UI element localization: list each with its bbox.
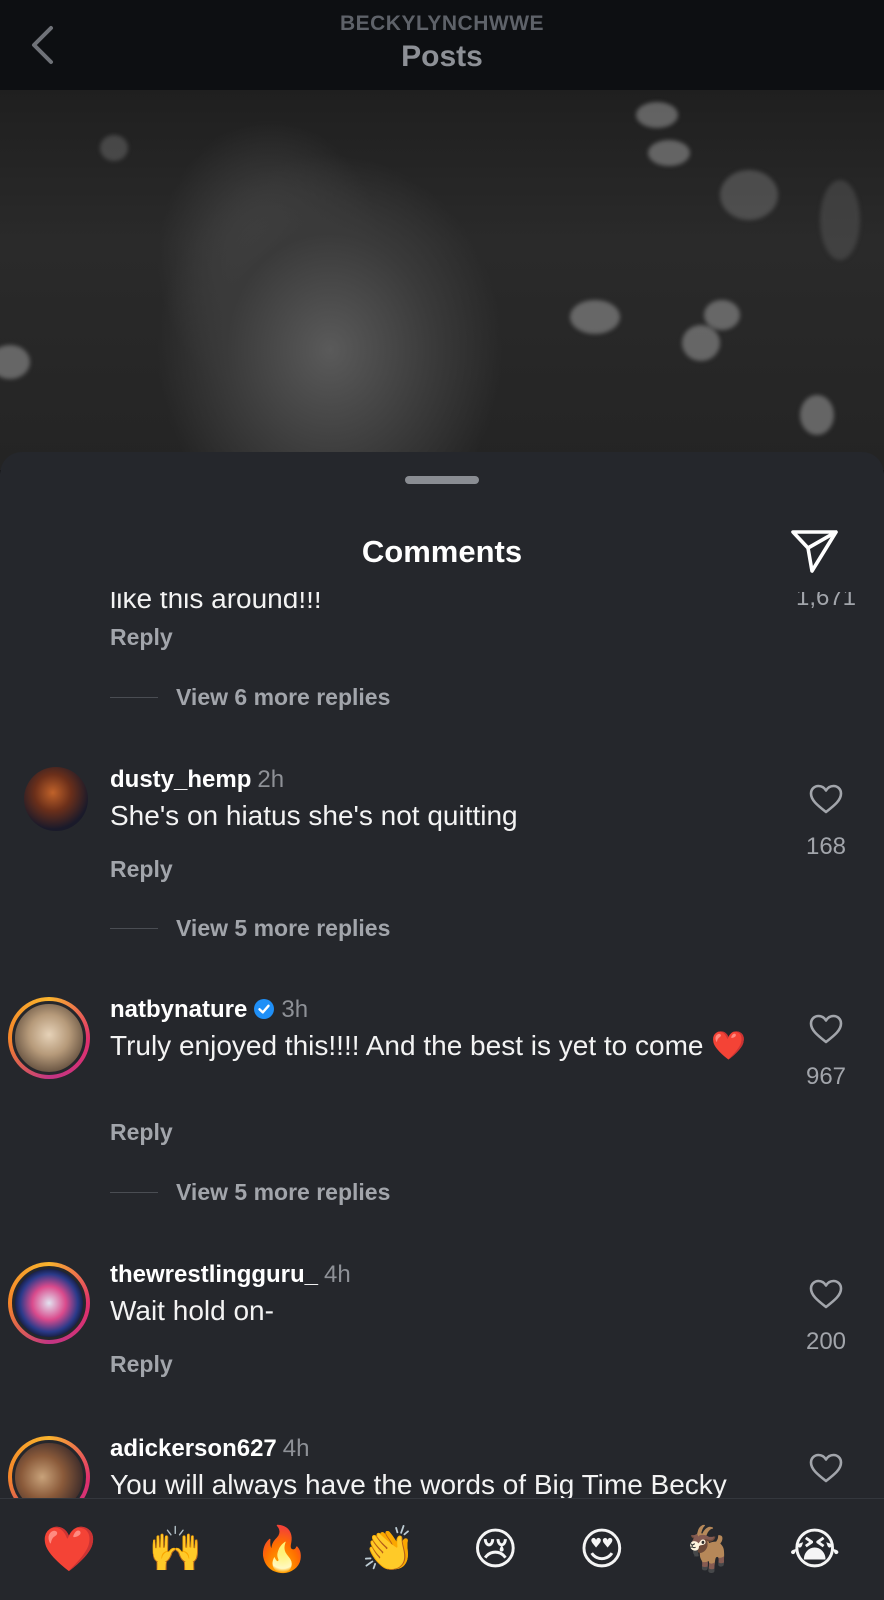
like-button[interactable]: [800, 1453, 852, 1493]
clapping-emoji-button[interactable]: 👏: [353, 1527, 425, 1572]
divider-line: [110, 928, 158, 929]
avatar[interactable]: [8, 1262, 90, 1344]
heart-emoji-button[interactable]: ❤️: [33, 1527, 105, 1572]
comment-meta: natbynature 3h: [110, 996, 308, 1024]
profile-username: BECKYLYNCHWWE: [339, 12, 545, 35]
verified-badge-icon: [254, 999, 275, 1019]
like-button[interactable]: [800, 1014, 852, 1054]
fire-emoji-button[interactable]: 🔥: [246, 1527, 318, 1572]
crying-emoji-button[interactable]: 😢: [459, 1527, 531, 1572]
avatar[interactable]: [24, 767, 88, 831]
comment-username[interactable]: adickerson627: [110, 1435, 277, 1462]
top-bar: BECKYLYNCHWWE Posts: [0, 0, 884, 90]
comment-time: 4h: [324, 1261, 351, 1288]
comment-meta: dusty_hemp 2h: [110, 766, 284, 794]
emoji-reaction-bar: ❤️ 🙌 🔥 👏 😢 😍 🐐 😭: [0, 1498, 884, 1600]
view-more-replies[interactable]: View 5 more replies: [110, 915, 390, 942]
view-more-replies[interactable]: View 6 more replies: [110, 684, 390, 711]
like-button[interactable]: [800, 1279, 852, 1319]
sobbing-emoji-button[interactable]: 😭: [779, 1527, 851, 1572]
reply-button[interactable]: Reply: [110, 1119, 173, 1146]
page-title: Posts: [401, 40, 483, 73]
heart-icon: [809, 1453, 843, 1483]
share-button[interactable]: [790, 528, 842, 576]
avatar[interactable]: [8, 1436, 90, 1498]
comment-text: You will always have the words of Big Ti…: [110, 1469, 727, 1498]
comments-title: Comments: [361, 534, 523, 569]
view-more-label: View 5 more replies: [176, 915, 391, 941]
drag-handle[interactable]: [405, 476, 479, 484]
comments-list[interactable]: like this around!!! 1,671 Reply View 6 m…: [0, 592, 884, 1498]
like-count: 168: [805, 833, 847, 860]
comment-meta: adickerson627 4h: [110, 1435, 309, 1463]
comment-username[interactable]: thewrestlingguru_: [110, 1261, 318, 1288]
heart-icon: [809, 1279, 843, 1309]
post-photo: [0, 90, 884, 470]
comment-text: She's on hiatus she's not quitting: [110, 800, 518, 831]
goat-emoji-button[interactable]: 🐐: [672, 1527, 744, 1572]
comment-meta: thewrestlingguru_ 4h: [110, 1261, 351, 1289]
comment-username[interactable]: natbynature: [110, 996, 247, 1023]
comment-text: Wait hold on-: [110, 1295, 274, 1326]
divider-line: [110, 697, 158, 698]
like-button[interactable]: [800, 784, 852, 824]
view-more-replies[interactable]: View 5 more replies: [110, 1179, 390, 1206]
divider-line: [110, 1192, 158, 1193]
comments-sheet: Comments like this around!!! 1,671 Reply…: [0, 452, 884, 1600]
reply-button[interactable]: Reply: [110, 624, 173, 651]
avatar[interactable]: [8, 997, 90, 1079]
comment-text: Truly enjoyed this!!!! And the best is y…: [110, 1030, 747, 1061]
reply-button[interactable]: Reply: [110, 856, 173, 883]
like-count: 1,671: [795, 592, 857, 611]
heart-eyes-emoji-button[interactable]: 😍: [566, 1527, 638, 1572]
like-count: 200: [805, 1328, 847, 1355]
view-more-label: View 5 more replies: [176, 1179, 391, 1205]
reply-button[interactable]: Reply: [110, 1351, 173, 1378]
heart-icon: [809, 784, 843, 814]
comment-time: 2h: [257, 766, 285, 793]
view-more-label: View 6 more replies: [176, 684, 391, 710]
raised-hands-emoji-button[interactable]: 🙌: [140, 1527, 212, 1572]
comment-time: 4h: [282, 1435, 310, 1462]
like-count: 967: [805, 1063, 847, 1090]
comment-username[interactable]: dusty_hemp: [110, 766, 251, 793]
comment-time: 3h: [281, 996, 309, 1023]
paper-plane-icon: [791, 530, 838, 573]
heart-icon: [809, 1014, 843, 1044]
comment-text: like this around!!!: [110, 592, 322, 614]
